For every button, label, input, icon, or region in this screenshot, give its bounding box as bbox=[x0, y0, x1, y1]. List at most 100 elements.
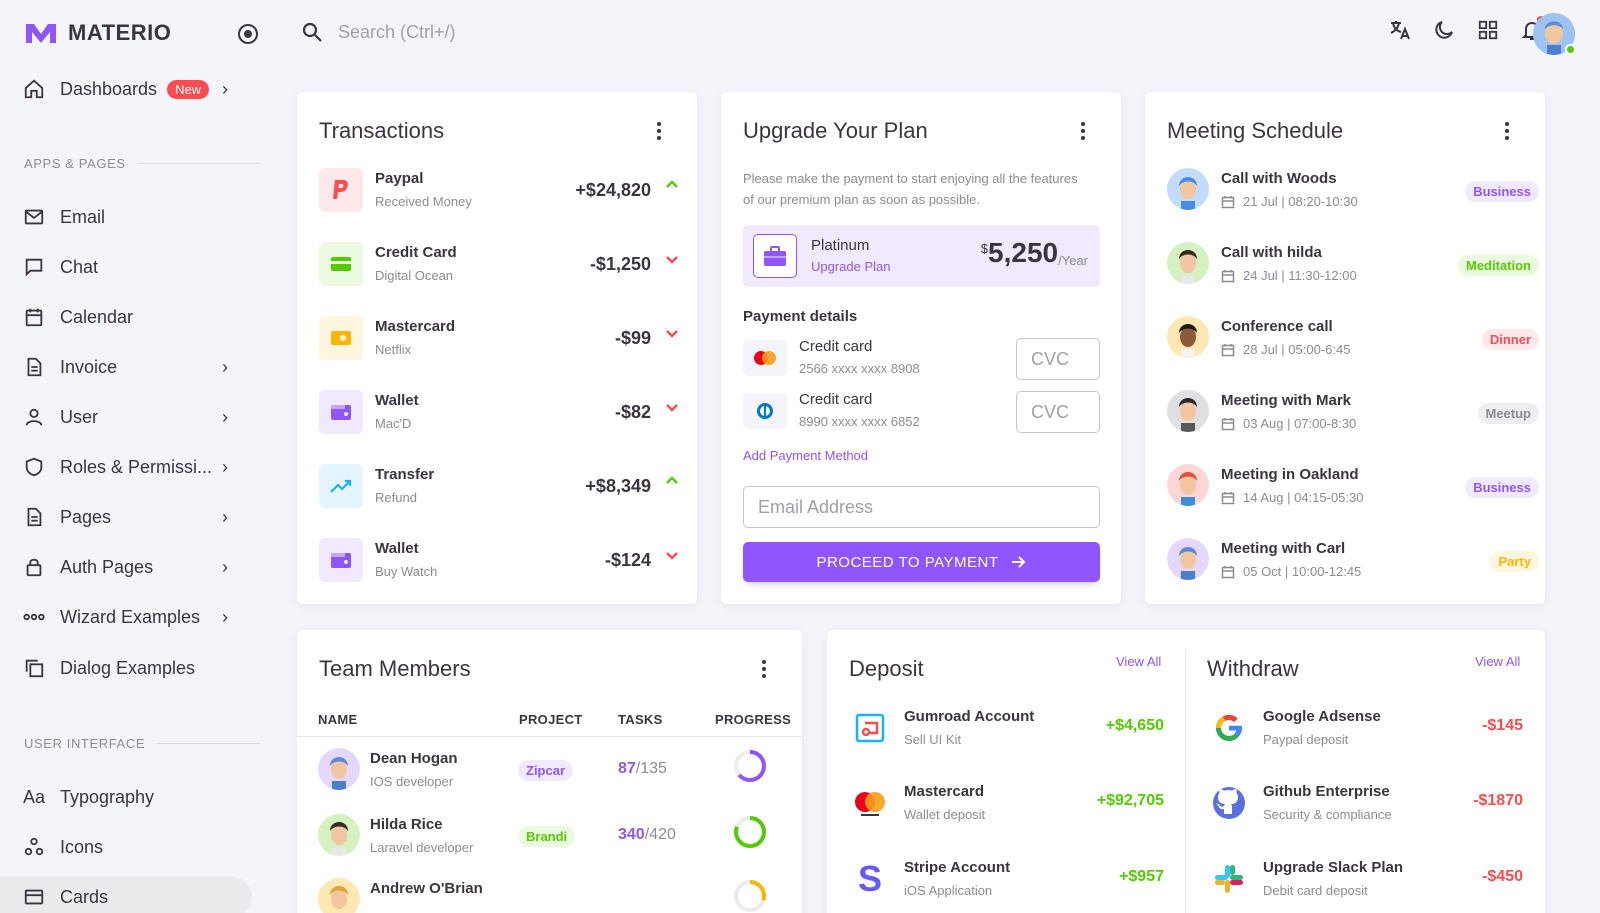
proceed-to-payment-button[interactable]: PROCEED TO PAYMENT bbox=[743, 542, 1100, 582]
sidebar-item-auth-pages[interactable]: Auth Pages › bbox=[22, 547, 258, 587]
sidebar-item-label: Pages bbox=[60, 506, 112, 527]
chevron-right-icon: › bbox=[222, 356, 228, 377]
task-count: 87/135 bbox=[618, 760, 667, 778]
calendar-icon bbox=[1221, 269, 1235, 282]
member-name: Hilda Rice bbox=[370, 816, 443, 833]
shield-icon bbox=[22, 455, 46, 479]
cvc-input[interactable] bbox=[1016, 391, 1100, 433]
meeting-row: Meeting with Carl 05 Oct | 10:00-12:45 P… bbox=[1167, 538, 1539, 582]
wallet-icon bbox=[319, 538, 363, 582]
meeting-date: 14 Aug | 04:15-05:30 bbox=[1221, 490, 1363, 505]
withdraw-amount: -$1870 bbox=[1473, 792, 1523, 809]
transaction-name: Paypal bbox=[375, 170, 424, 187]
card-number: 8990 xxxx xxxx 6852 bbox=[799, 414, 920, 429]
sidebar-item-label: Calendar bbox=[60, 306, 134, 327]
new-badge: New bbox=[167, 79, 210, 99]
email-address-input[interactable] bbox=[743, 486, 1100, 528]
chevron-up-icon bbox=[665, 474, 679, 493]
withdraw-row: Google Adsense Paypal deposit -$145 bbox=[1207, 706, 1523, 750]
sidebar-toggle-icon[interactable] bbox=[238, 24, 258, 44]
calendar-icon bbox=[1221, 491, 1235, 504]
project-tag: Zipcar bbox=[518, 760, 574, 781]
meeting-tag: Business bbox=[1465, 477, 1539, 498]
transaction-sub: Mac'D bbox=[375, 416, 412, 431]
transaction-name: Transfer bbox=[375, 466, 435, 483]
mastercard-icon bbox=[848, 781, 892, 825]
cvc-input[interactable] bbox=[1016, 338, 1100, 380]
progress-ring bbox=[734, 880, 766, 912]
payment-card-row: Credit card 2566 xxxx xxxx 8908 bbox=[743, 338, 1100, 382]
arrow-right-icon bbox=[1011, 556, 1025, 568]
card-title: Meeting Schedule bbox=[1167, 118, 1344, 143]
card-name: Credit card bbox=[799, 391, 873, 408]
online-status-dot bbox=[1565, 44, 1576, 55]
add-payment-method-link[interactable]: Add Payment Method bbox=[743, 448, 868, 463]
copy-icon bbox=[22, 656, 46, 680]
transaction-amount: +$8,349 bbox=[585, 476, 651, 496]
withdraw-sub: Debit card deposit bbox=[1263, 883, 1368, 898]
card-name: Credit card bbox=[799, 338, 873, 355]
sidebar-item-email[interactable]: Email bbox=[22, 197, 258, 237]
sidebar-item-typography[interactable]: Aa Typography bbox=[22, 777, 258, 817]
project-tag: Brandi bbox=[518, 826, 576, 847]
meeting-date: 28 Jul | 05:00-6:45 bbox=[1221, 342, 1350, 357]
sidebar-item-pages[interactable]: Pages › bbox=[22, 497, 258, 537]
sidebar-item-chat[interactable]: Chat bbox=[22, 247, 258, 287]
more-vertical-icon[interactable] bbox=[1505, 122, 1509, 140]
more-vertical-icon[interactable] bbox=[1081, 122, 1085, 140]
task-count: 340/420 bbox=[618, 826, 676, 844]
chevron-right-icon: › bbox=[222, 78, 228, 99]
withdraw-sub: Paypal deposit bbox=[1263, 732, 1349, 747]
sidebar-item-dialog[interactable]: Dialog Examples bbox=[22, 648, 258, 688]
withdraw-name: Google Adsense bbox=[1263, 708, 1381, 725]
sidebar-item-label: Dialog Examples bbox=[60, 657, 196, 678]
sidebar-item-dashboards[interactable]: Dashboards New › bbox=[22, 69, 258, 109]
top-icons bbox=[1388, 16, 1545, 42]
withdraw-name: Upgrade Slack Plan bbox=[1263, 859, 1404, 876]
deposit-view-all-link[interactable]: View All bbox=[1116, 654, 1161, 669]
upgrade-plan-link[interactable]: Upgrade Plan bbox=[811, 259, 891, 274]
more-vertical-icon[interactable] bbox=[657, 122, 661, 140]
translate-icon[interactable] bbox=[1388, 18, 1412, 42]
sidebar-item-wizard[interactable]: Wizard Examples › bbox=[22, 597, 258, 637]
chevron-down-icon bbox=[665, 548, 679, 567]
deposit-amount: +$92,705 bbox=[1096, 792, 1164, 809]
transaction-row: Credit Card Digital Ocean -$1,250 bbox=[319, 242, 679, 286]
calendar-icon bbox=[1221, 565, 1235, 578]
meeting-name: Meeting with Carl bbox=[1221, 540, 1346, 557]
sidebar: MATERIO Dashboards New › APPS & PAGES Em… bbox=[0, 0, 268, 913]
meeting-schedule-card: Meeting Schedule Call with Woods 21 Jul … bbox=[1145, 92, 1545, 604]
sidebar-item-label: Cards bbox=[60, 886, 109, 907]
card-title: Team Members bbox=[319, 656, 471, 681]
chevron-down-icon bbox=[665, 326, 679, 345]
moon-icon[interactable] bbox=[1432, 18, 1456, 42]
meeting-date: 05 Oct | 10:00-12:45 bbox=[1221, 564, 1361, 579]
brand[interactable]: MATERIO bbox=[24, 20, 171, 46]
chevron-right-icon: › bbox=[222, 606, 228, 627]
transaction-name: Wallet bbox=[375, 540, 419, 557]
search-bar[interactable]: Search (Ctrl+/) bbox=[300, 20, 456, 44]
sidebar-item-calendar[interactable]: Calendar bbox=[22, 297, 258, 337]
member-name: Andrew O'Brian bbox=[370, 880, 483, 897]
withdraw-amount: -$450 bbox=[1482, 868, 1523, 885]
sidebar-item-cards[interactable]: Cards bbox=[0, 877, 252, 913]
transaction-row: Transfer Refund +$8,349 bbox=[319, 464, 679, 508]
sidebar-item-icons[interactable]: Icons bbox=[22, 827, 258, 867]
sidebar-item-roles[interactable]: Roles & Permissi... › bbox=[22, 447, 258, 487]
grid-icon[interactable] bbox=[1476, 18, 1500, 42]
meeting-date-text: 28 Jul | 05:00-6:45 bbox=[1243, 342, 1351, 357]
withdraw-sub: Security & compliance bbox=[1263, 807, 1392, 822]
deposit-row: S Stripe Account iOS Application +$957 bbox=[848, 857, 1164, 901]
meeting-name: Meeting with Mark bbox=[1221, 392, 1352, 409]
deposit-sub: iOS Application bbox=[904, 883, 993, 898]
meeting-date-text: 24 Jul | 11:30-12:00 bbox=[1243, 268, 1357, 283]
withdraw-view-all-link[interactable]: View All bbox=[1475, 654, 1520, 669]
sidebar-item-invoice[interactable]: Invoice › bbox=[22, 347, 258, 387]
column-header: PROJECT bbox=[519, 712, 583, 727]
tasks-done: 340 bbox=[618, 826, 645, 843]
sidebar-item-user[interactable]: User › bbox=[22, 397, 258, 437]
plan-box: Platinum Upgrade Plan $ 5,250 /Year bbox=[743, 225, 1100, 287]
more-vertical-icon[interactable] bbox=[762, 660, 766, 678]
chevron-right-icon: › bbox=[222, 406, 228, 427]
wallet-icon bbox=[319, 390, 363, 434]
